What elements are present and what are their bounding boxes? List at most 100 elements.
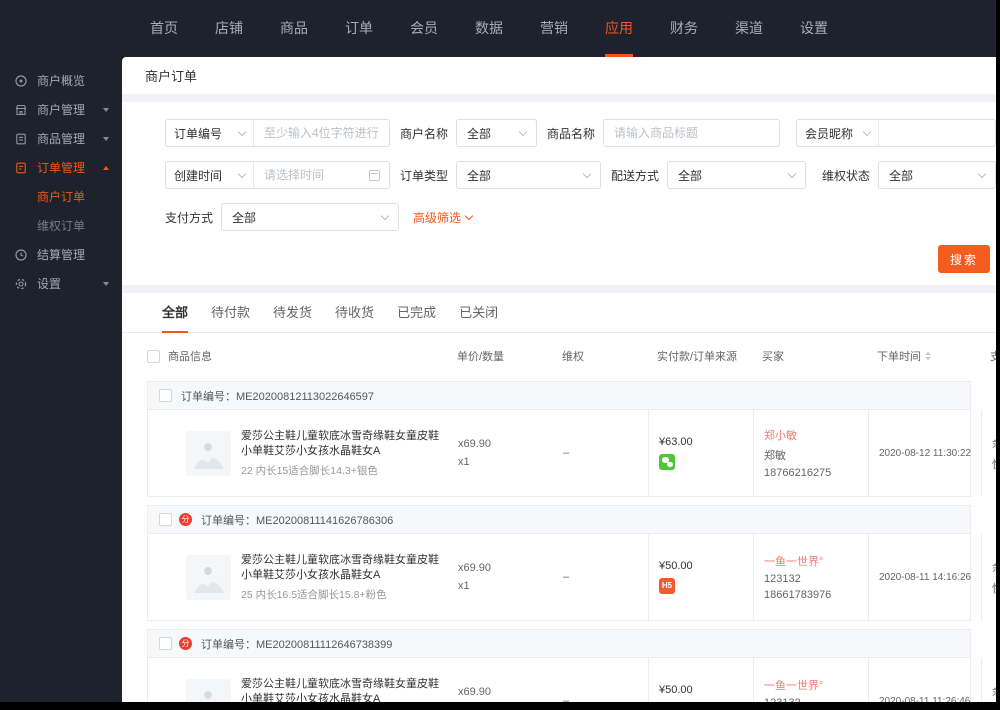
chevron-down-icon — [103, 107, 109, 112]
sidebar-item-merchant-manage[interactable]: 商户管理 — [0, 95, 122, 124]
tab-pending-payment[interactable]: 待付款 — [211, 293, 250, 333]
paid-cell: ¥50.00 H5 — [648, 658, 753, 702]
product-spec: 25 内长16.5适合脚长15.8+粉色 — [241, 588, 387, 601]
sidebar-item-order-manage[interactable]: 订单管理 — [0, 153, 122, 182]
chevron-down-icon — [103, 136, 109, 141]
product-title[interactable]: 爱莎公主鞋儿童软底冰雪奇缘鞋女童皮鞋小单鞋艾莎小女孩水晶鞋女A — [241, 429, 445, 459]
order-checkbox[interactable] — [159, 513, 172, 526]
topnav-item-home[interactable]: 首页 — [150, 0, 178, 57]
column-product: 商品信息 — [168, 351, 212, 363]
weiquan-cell: – — [563, 695, 570, 702]
topnav-item-finance[interactable]: 财务 — [670, 0, 698, 57]
order-row: 爱莎公主鞋儿童软底冰雪奇缘鞋女童皮鞋小单鞋艾莎小女孩水晶鞋女A 25 内长16.… — [148, 658, 996, 702]
sidebar-item-settlement[interactable]: 结算管理 — [0, 240, 122, 269]
sidebar-item-label: 结算管理 — [37, 248, 86, 262]
buyer-name: 123132 — [764, 697, 860, 702]
weiquan-status-label: 维权状态 — [822, 168, 871, 183]
member-input[interactable] — [879, 120, 995, 146]
order-time: 2020-08-11 14:16:26 — [879, 571, 972, 583]
filter-actions: 搜索 — [165, 245, 996, 273]
topnav-item-shop[interactable]: 店铺 — [215, 0, 243, 57]
order-list: 订单编号：ME20200812113022646597 爱莎公主鞋儿童软底冰雪奇… — [122, 381, 996, 702]
tab-pending-shipment[interactable]: 待发货 — [273, 293, 312, 333]
product-title[interactable]: 爱莎公主鞋儿童软底冰雪奇缘鞋女童皮鞋小单鞋艾莎小女孩水晶鞋女A — [241, 553, 445, 583]
buyer-name: 123132 — [764, 573, 801, 585]
column-paid-source: 实付款/订单来源 — [657, 351, 738, 363]
order-no-label: 订单编号：ME20200811141626786306 — [201, 514, 394, 527]
tab-pending-receipt[interactable]: 待收货 — [335, 293, 374, 333]
table-header: 商品信息 单价/数量 维权 实付款/订单来源 买家 下单时间 支付方式 — [122, 333, 996, 379]
buyer-cell: 一鱼一世界° 123132 18661783976 — [753, 534, 868, 620]
time-cell: 2020-08-11 14:16:26 — [868, 534, 981, 620]
sidebar-item-label: 商品管理 — [37, 132, 86, 146]
topnav-item-data[interactable]: 数据 — [475, 0, 503, 57]
sort-icon[interactable] — [925, 352, 931, 360]
buyer-name: 郑敏 — [764, 450, 786, 462]
column-price-qty: 单价/数量 — [457, 351, 505, 363]
sidebar-item-merchant-overview[interactable]: 商户概览 — [0, 66, 122, 95]
weiquan-status-select[interactable]: 全部 — [878, 161, 996, 189]
sidebar-subitem-merchant-orders[interactable]: 商户订单 — [0, 182, 122, 211]
order-group-header: 订单编号：ME20200812113022646597 — [148, 382, 970, 410]
topnav-item-marketing[interactable]: 营销 — [540, 0, 568, 57]
product-cell: 爱莎公主鞋儿童软底冰雪奇缘鞋女童皮鞋小单鞋艾莎小女孩水晶鞋女A 25 内长16.… — [169, 658, 453, 702]
order-no-input[interactable] — [254, 120, 389, 146]
order-no-label: 订单编号：ME20200811112646738399 — [201, 638, 393, 651]
buyer-phone: 18766216275 — [764, 467, 832, 479]
delivery-label: 配送方式 — [611, 168, 660, 183]
tab-closed[interactable]: 已关闭 — [459, 293, 498, 333]
chevron-down-icon — [464, 211, 474, 220]
topnav-item-channels[interactable]: 渠道 — [735, 0, 763, 57]
select-all-checkbox[interactable] — [147, 349, 160, 363]
advanced-filter-link[interactable]: 高级筛选 — [413, 209, 474, 226]
filter-row-3: 支付方式 全部 高级筛选 — [165, 203, 996, 231]
price-cell: x69.90 x1 — [453, 410, 553, 496]
topnav-item-settings[interactable]: 设置 — [800, 0, 828, 57]
pay-method: 余额支付 — [992, 559, 996, 575]
sidebar-item-settings[interactable]: 设置 — [0, 269, 122, 298]
pay-method: 余额支付 — [992, 683, 996, 699]
order-checkbox[interactable] — [159, 637, 172, 650]
merchant-name-select[interactable]: 全部 — [456, 119, 537, 147]
merchant-icon — [14, 103, 28, 117]
pay-method-select[interactable]: 全部 — [221, 203, 399, 231]
pay-cell: 余额支付 快递发货 — [981, 534, 996, 620]
buyer-nick-link[interactable]: 一鱼一世界° — [764, 553, 860, 569]
pay-method-label: 支付方式 — [165, 210, 214, 225]
quantity: x1 — [458, 456, 470, 468]
product-name-label: 商品名称 — [547, 126, 596, 141]
topnav-item-orders[interactable]: 订单 — [345, 0, 373, 57]
sidebar-subitem-rights-orders[interactable]: 维权订单 — [0, 211, 122, 240]
delivery-select[interactable]: 全部 — [667, 161, 806, 189]
order-type-select[interactable]: 全部 — [456, 161, 601, 189]
chevron-down-icon — [103, 281, 109, 286]
sidebar-item-label: 商户管理 — [37, 103, 86, 117]
wechat-source-icon — [659, 454, 675, 470]
buyer-cell: 一鱼一世界° 123132 18661783976 — [753, 658, 868, 702]
topnav-item-apps-active[interactable]: 应用 — [605, 0, 633, 57]
sidebar-item-goods-manage[interactable]: 商品管理 — [0, 124, 122, 153]
tab-completed[interactable]: 已完成 — [397, 293, 436, 333]
order-checkbox[interactable] — [159, 389, 172, 402]
time-type-select[interactable]: 创建时间 — [166, 162, 254, 188]
quantity: x1 — [458, 580, 470, 592]
image-placeholder-icon — [194, 566, 224, 593]
page-title: 商户订单 — [145, 69, 198, 84]
chevron-down-icon — [787, 169, 797, 178]
buyer-nick-link[interactable]: 郑小敏 — [764, 427, 860, 443]
search-button[interactable]: 搜索 — [938, 245, 990, 273]
time-input[interactable] — [254, 162, 369, 188]
order-no-type-select[interactable]: 订单编号 — [166, 120, 254, 146]
member-type-select[interactable]: 会员昵称 — [797, 120, 879, 146]
topnav-item-goods[interactable]: 商品 — [280, 0, 308, 57]
product-name-input[interactable] — [603, 119, 780, 147]
tab-all[interactable]: 全部 — [162, 293, 189, 333]
buyer-nick-link[interactable]: 一鱼一世界° — [764, 677, 860, 693]
product-title[interactable]: 爱莎公主鞋儿童软底冰雪奇缘鞋女童皮鞋小单鞋艾莎小女孩水晶鞋女A — [241, 677, 445, 703]
chevron-up-icon — [103, 165, 109, 170]
topnav-item-members[interactable]: 会员 — [410, 0, 438, 57]
filter-panel: 订单编号 商户名称 全部 商品名称 会员昵称 — [122, 102, 996, 285]
paid-cell: ¥50.00 H5 — [648, 534, 753, 620]
paid-cell: ¥63.00 — [648, 410, 753, 496]
sidebar-subitem-label: 维权订单 — [37, 219, 86, 233]
